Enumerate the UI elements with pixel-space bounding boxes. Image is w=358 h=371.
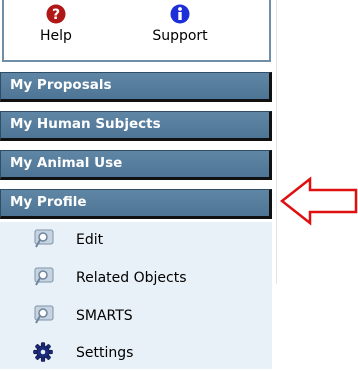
nav-my-proposals[interactable]: My Proposals (0, 72, 272, 102)
nav-my-animal-use-label: My Animal Use (10, 155, 123, 171)
info-icon (170, 4, 190, 24)
nav-my-profile-label: My Profile (10, 194, 87, 210)
magnifier-icon (34, 305, 54, 324)
help-icon: ? (46, 4, 66, 24)
submenu-settings-label: Settings (76, 345, 134, 361)
magnifier-icon (34, 229, 54, 248)
help-label: Help (40, 28, 72, 44)
left-arrow-annotation (280, 176, 358, 226)
support-link[interactable]: Support (135, 4, 225, 58)
svg-text:?: ? (52, 7, 60, 23)
submenu-item-smarts[interactable]: SMARTS (0, 298, 272, 334)
help-link[interactable]: ? Help (11, 4, 101, 58)
submenu-smarts-label: SMARTS (76, 308, 133, 324)
gear-icon (33, 342, 53, 362)
nav-my-animal-use[interactable]: My Animal Use (0, 150, 272, 180)
profile-submenu: Edit Related Objects SMARTS Settings (0, 222, 272, 369)
help-support-panel: ? Help Support (2, 0, 271, 62)
submenu-item-edit[interactable]: Edit (0, 222, 272, 258)
content-divider (276, 0, 277, 284)
submenu-related-objects-label: Related Objects (76, 270, 187, 286)
magnifier-icon (34, 267, 54, 286)
nav-my-human-subjects-label: My Human Subjects (10, 116, 161, 132)
submenu-item-settings[interactable]: Settings (0, 335, 272, 371)
nav-my-human-subjects[interactable]: My Human Subjects (0, 111, 272, 141)
support-label: Support (152, 28, 208, 44)
nav-my-proposals-label: My Proposals (10, 77, 112, 93)
submenu-item-related-objects[interactable]: Related Objects (0, 260, 272, 296)
submenu-edit-label: Edit (76, 232, 104, 248)
nav-my-profile[interactable]: My Profile (0, 189, 272, 219)
